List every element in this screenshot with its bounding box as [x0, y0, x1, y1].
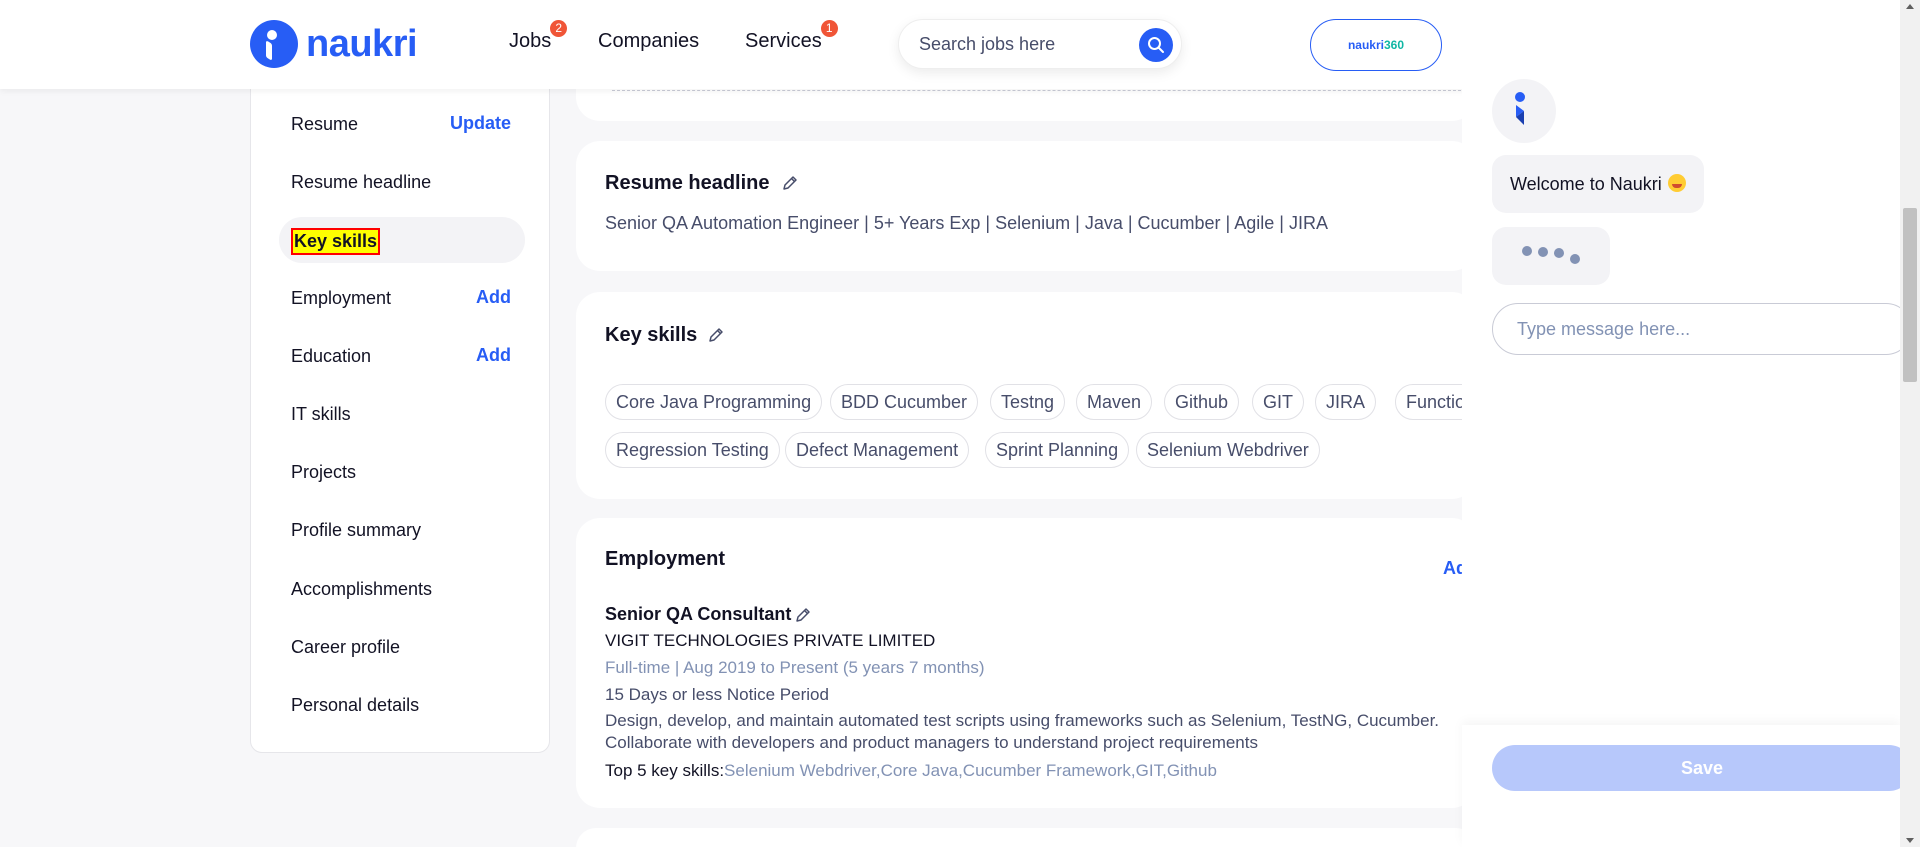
nav-jobs-label: Jobs: [509, 30, 552, 52]
search-bar: [898, 19, 1182, 69]
jobs-badge: 2: [550, 20, 568, 37]
resume-headline-title: Resume headline: [605, 172, 770, 194]
skill-chip[interactable]: Core Java Programming: [605, 384, 823, 420]
naukri-logo[interactable]: naukri: [250, 20, 418, 68]
naukri360-suffix: 360: [1383, 38, 1405, 52]
education-add-link[interactable]: Add: [476, 345, 511, 366]
skill-chip[interactable]: GIT: [1252, 384, 1304, 420]
sidebar-item-education[interactable]: Education: [291, 346, 371, 367]
skill-chip[interactable]: JIRA: [1315, 384, 1377, 420]
search-icon: [1148, 37, 1164, 53]
sidebar-item-career-profile[interactable]: Career profile: [291, 637, 400, 658]
naukri-logo-icon: [250, 20, 298, 68]
chat-message-input[interactable]: [1492, 303, 1912, 355]
typing-dot: [1538, 247, 1548, 257]
employment-notice-period: 15 Days or less Notice Period: [605, 685, 829, 704]
skill-chip[interactable]: Github: [1164, 384, 1240, 420]
nav-companies-label: Companies: [598, 30, 700, 52]
resume-upload-border: [612, 90, 1476, 91]
key-skills-card: Key skills Core Java Programming BDD Cuc…: [576, 292, 1476, 499]
sidebar-item-key-skills[interactable]: Key skills: [291, 228, 381, 255]
skill-chip[interactable]: Sprint Planning: [985, 432, 1130, 468]
employment-card: Employment Add Senior QA Consultant VIGI…: [576, 518, 1476, 808]
sidebar-item-profile-summary[interactable]: Profile summary: [291, 520, 421, 541]
employment-description: Design, develop, and maintain automated …: [605, 711, 1440, 752]
edit-employment-pencil-icon[interactable]: [794, 606, 812, 624]
key-skills-title: Key skills: [605, 324, 698, 346]
page-scrollbar[interactable]: [1900, 0, 1920, 847]
edit-headline-pencil-icon[interactable]: [781, 174, 799, 192]
scroll-down-arrow-icon[interactable]: [1906, 838, 1914, 843]
logo-text: naukri: [306, 22, 418, 65]
typing-dot: [1570, 254, 1580, 264]
edit-key-skills-pencil-icon[interactable]: [707, 326, 725, 344]
resume-headline-card: Resume headline Senior QA Automation Eng…: [576, 141, 1476, 271]
welcome-text: Welcome to Naukri: [1510, 174, 1662, 194]
employment-company: VIGIT TECHNOLOGIES PRIVATE LIMITED: [605, 631, 936, 650]
search-input[interactable]: [919, 34, 1119, 55]
sidebar-item-projects[interactable]: Projects: [291, 462, 356, 483]
employment-add-link[interactable]: Add: [476, 287, 511, 308]
services-badge: 1: [820, 20, 838, 37]
typing-dot: [1554, 248, 1564, 258]
next-card-fragment: [576, 828, 1476, 847]
sidebar-item-employment[interactable]: Employment: [291, 288, 391, 309]
typing-dot: [1522, 246, 1532, 256]
resume-headline-text: Senior QA Automation Engineer | 5+ Years…: [605, 213, 1328, 233]
chatbot-panel: Welcome to Naukri Save: [1462, 73, 1912, 847]
skill-chip[interactable]: Defect Management: [785, 432, 970, 468]
employment-title: Employment: [605, 548, 726, 570]
welcome-message: Welcome to Naukri: [1492, 155, 1704, 213]
nav-services-label: Services: [745, 30, 822, 52]
quick-links-sidebar: Resume Update Resume headline Key skills…: [250, 60, 550, 753]
scroll-up-arrow-icon[interactable]: [1906, 4, 1914, 9]
employment-meta: Full-time | Aug 2019 to Present (5 years…: [605, 658, 985, 677]
scroll-thumb[interactable]: [1903, 208, 1917, 382]
top-skills-values: Selenium Webdriver,Core Java,Cucumber Fr…: [724, 761, 1217, 780]
sidebar-item-resume[interactable]: Resume: [291, 114, 358, 135]
skill-chip[interactable]: Maven: [1076, 384, 1153, 420]
chatbot-avatar: [1492, 79, 1556, 143]
skill-chip[interactable]: BDD Cucumber: [830, 384, 979, 420]
naukri-bot-icon: [1515, 92, 1525, 125]
typing-indicator: [1492, 227, 1610, 285]
grinning-emoji-icon: [1667, 174, 1686, 192]
chat-footer: Save: [1462, 725, 1912, 847]
naukri360-prefix: naukri: [1347, 38, 1384, 52]
employment-role: Senior QA Consultant: [605, 604, 792, 624]
top-skills-label: Top 5 key skills:: [605, 761, 725, 780]
sidebar-item-accomplishments[interactable]: Accomplishments: [291, 579, 432, 600]
sidebar-item-resume-headline[interactable]: Resume headline: [291, 172, 431, 193]
employment-top-skills: Top 5 key skills:Selenium Webdriver,Core…: [605, 761, 1217, 781]
skill-chip[interactable]: Regression Testing: [605, 432, 780, 468]
naukri360-button[interactable]: naukri360: [1310, 19, 1442, 71]
nav-companies[interactable]: Companies: [598, 30, 699, 53]
save-button[interactable]: Save: [1492, 745, 1912, 791]
nav-services[interactable]: Services 1: [745, 20, 838, 53]
resume-update-link[interactable]: Update: [450, 113, 511, 134]
skill-chip[interactable]: Selenium Webdriver: [1136, 432, 1320, 468]
nav-jobs[interactable]: Jobs 2: [509, 20, 568, 53]
sidebar-item-it-skills[interactable]: IT skills: [291, 404, 351, 425]
search-button[interactable]: [1139, 28, 1173, 62]
skill-chip[interactable]: Testng: [990, 384, 1066, 420]
sidebar-item-personal-details[interactable]: Personal details: [291, 695, 419, 716]
